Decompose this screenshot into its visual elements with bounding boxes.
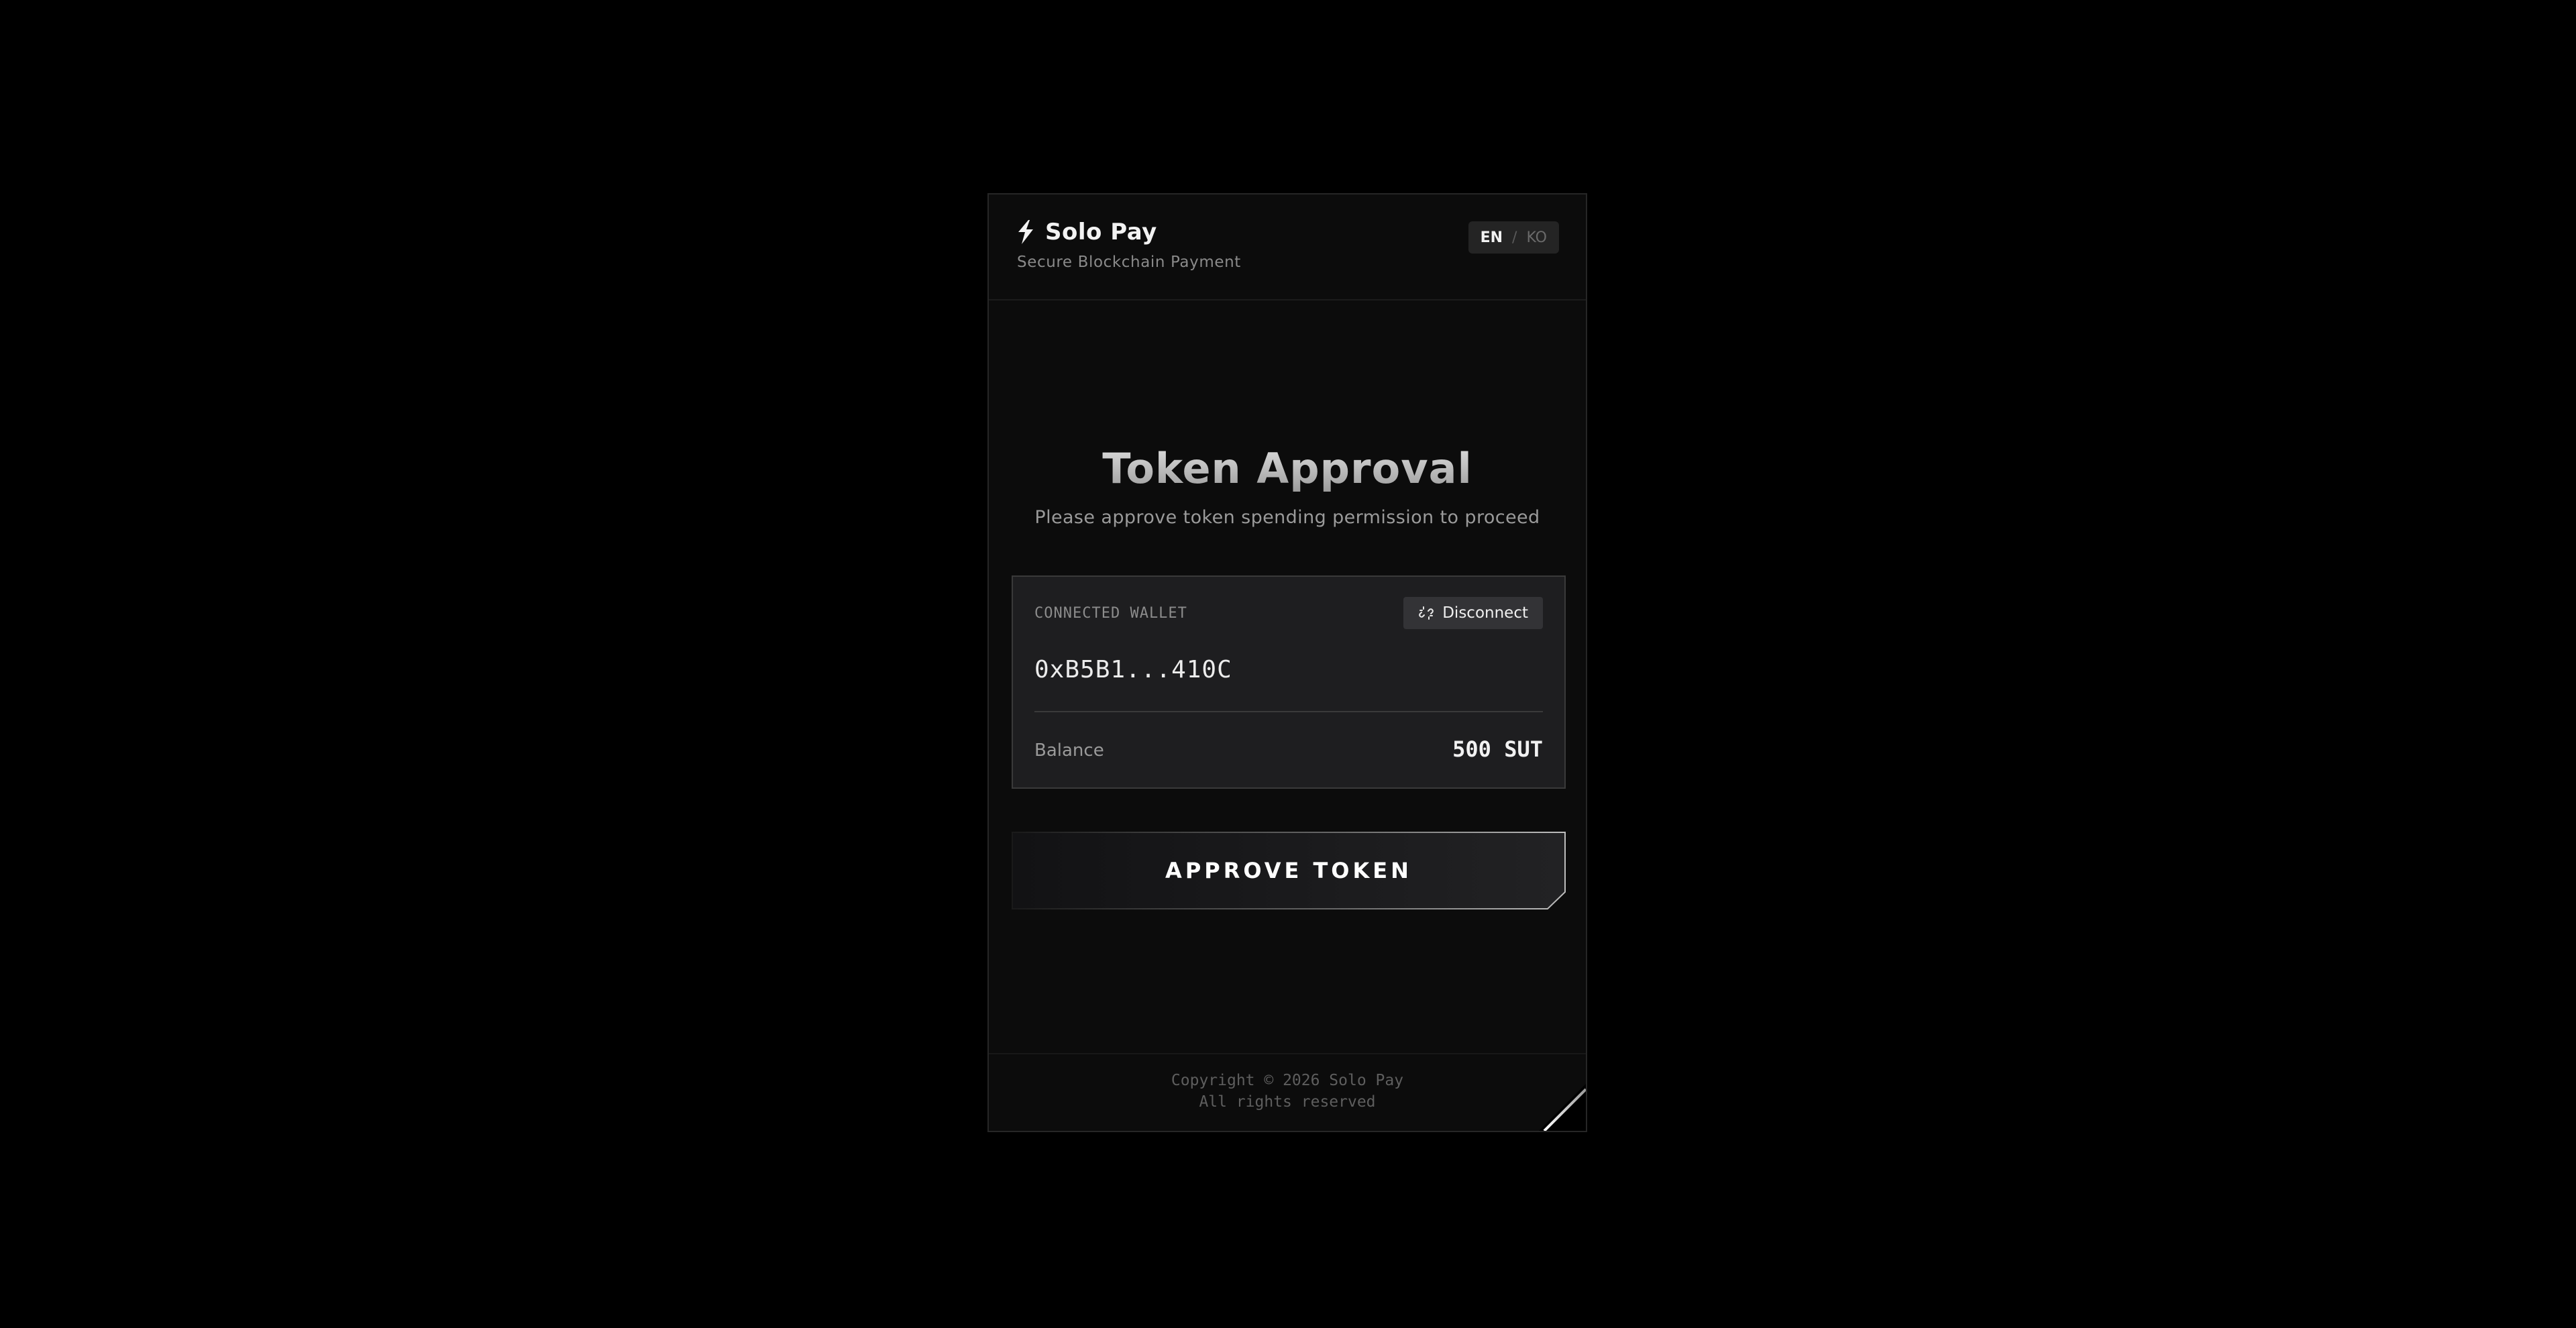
approve-token-button[interactable]: APPROVE TOKEN xyxy=(1012,832,1566,909)
unlink-icon xyxy=(1419,606,1434,620)
footer: Copyright © 2026 Solo Pay All rights res… xyxy=(989,1053,1586,1131)
lang-option-en[interactable]: EN xyxy=(1481,229,1503,246)
wallet-address: 0xB5B1...410C xyxy=(1034,656,1232,683)
balance-value: 500 SUT xyxy=(1452,736,1543,762)
lang-option-ko[interactable]: KO xyxy=(1526,229,1547,246)
wallet-divider xyxy=(1034,711,1543,712)
page-title: Token Approval xyxy=(989,444,1586,493)
connected-wallet-panel: CONNECTED WALLET Disconnect 0xB5B1...410… xyxy=(1012,575,1566,789)
payment-card: Solo Pay Secure Blockchain Payment EN / … xyxy=(987,193,1587,1132)
brand-subtitle: Secure Blockchain Payment xyxy=(1017,254,1241,271)
wallet-label: CONNECTED WALLET xyxy=(1034,605,1187,622)
brand-name: Solo Pay xyxy=(1045,219,1157,245)
disconnect-label: Disconnect xyxy=(1442,604,1528,622)
balance-label: Balance xyxy=(1034,740,1104,761)
footer-rights: All rights reserved xyxy=(1199,1093,1376,1111)
corner-accent xyxy=(1539,1084,1586,1131)
brand: Solo Pay xyxy=(1016,219,1157,245)
disconnect-button[interactable]: Disconnect xyxy=(1403,597,1543,629)
language-switcher: EN / KO xyxy=(1468,221,1559,254)
lang-separator: / xyxy=(1512,229,1517,246)
header: Solo Pay Secure Blockchain Payment EN / … xyxy=(989,195,1586,300)
lightning-bolt-icon xyxy=(1018,220,1033,244)
approve-button-label: APPROVE TOKEN xyxy=(1165,858,1412,883)
footer-copyright: Copyright © 2026 Solo Pay xyxy=(1171,1072,1404,1089)
page-subtitle: Please approve token spending permission… xyxy=(1034,507,1540,528)
